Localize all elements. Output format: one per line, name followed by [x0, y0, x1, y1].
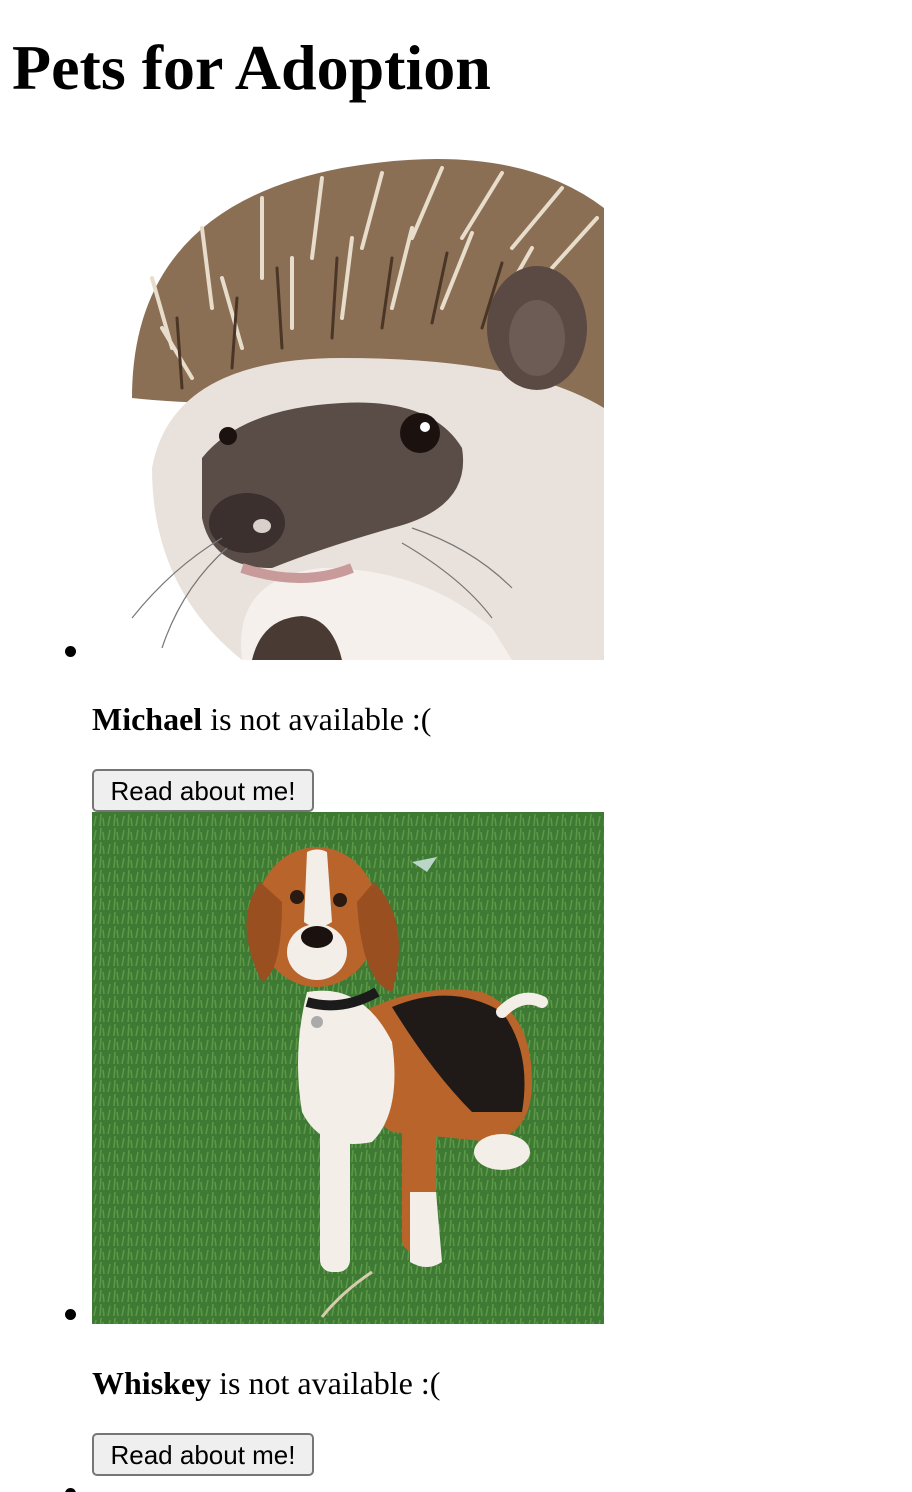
page-title: Pets for Adoption: [12, 32, 491, 103]
pet-availability: is not available :(: [211, 1365, 441, 1401]
read-about-me-button[interactable]: Read about me!: [92, 1433, 314, 1476]
list-bullet: [65, 1309, 76, 1320]
pet-name: Whiskey: [92, 1365, 212, 1401]
beagle-photo: [92, 812, 604, 1324]
pet-availability: is not available :(: [202, 701, 432, 737]
pet-status: Michael is not available :(: [92, 700, 431, 738]
list-bullet: [65, 646, 76, 657]
list-bullet: [65, 1488, 76, 1492]
hedgehog-photo: [92, 148, 604, 660]
pet-status: Whiskey is not available :(: [92, 1364, 440, 1402]
read-about-me-button[interactable]: Read about me!: [92, 769, 314, 812]
pet-name: Michael: [92, 701, 203, 737]
